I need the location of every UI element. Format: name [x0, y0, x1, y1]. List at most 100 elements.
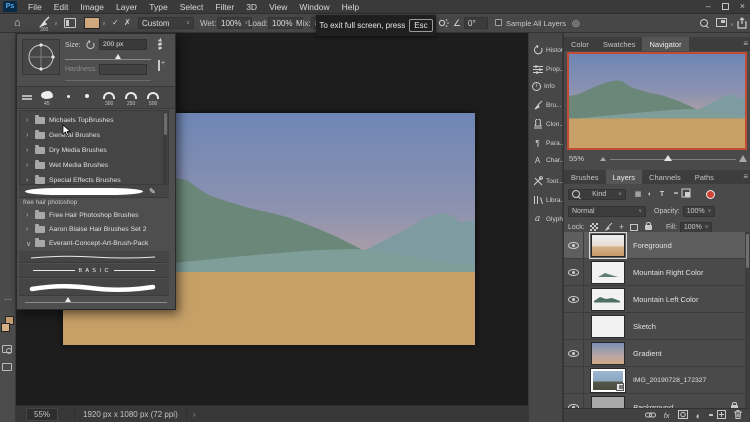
mixer-combo-select[interactable]: Custom ∨: [138, 17, 194, 29]
menu-3d[interactable]: 3D: [240, 2, 263, 12]
close-button[interactable]: ×: [740, 1, 745, 11]
layer-row-mountain-left[interactable]: Mountain Left Color: [564, 286, 746, 313]
layer-thumbnail[interactable]: [591, 315, 625, 338]
brush-folder-row[interactable]: › Wet Media Brushes: [21, 158, 163, 173]
menu-layer[interactable]: Layer: [110, 2, 143, 12]
tab-swatches[interactable]: Swatches: [596, 37, 643, 51]
brush-angle-control[interactable]: [22, 39, 60, 75]
filter-kind-select[interactable]: Kind ∨: [568, 189, 626, 200]
recent-brush-dot[interactable]: [67, 95, 70, 98]
brush-preview-thick[interactable]: [19, 279, 169, 296]
chevron-right-icon[interactable]: ›: [26, 147, 31, 154]
scrollbar-thumb[interactable]: [746, 234, 749, 268]
panel-menu-icon[interactable]: ≡: [743, 37, 748, 51]
menu-image[interactable]: Image: [74, 2, 110, 12]
chevron-right-icon[interactable]: ›: [26, 226, 31, 233]
home-icon[interactable]: ⌂: [14, 17, 21, 29]
link-layers-icon[interactable]: [645, 411, 656, 421]
brush-folder-row[interactable]: › Michaels TopBrushes: [21, 113, 163, 128]
dock-brushes[interactable]: Bru...: [532, 98, 562, 112]
visibility-toggle[interactable]: [564, 367, 584, 394]
menu-edit[interactable]: Edit: [48, 2, 75, 12]
foreground-color-swatch-tool[interactable]: [1, 323, 10, 332]
workspace-switcher-icon[interactable]: [716, 18, 727, 27]
navigator-preview[interactable]: [567, 52, 747, 150]
layer-thumbnail[interactable]: [591, 342, 625, 365]
layer-thumbnail[interactable]: [591, 369, 625, 392]
brush-folder-row-expanded[interactable]: ∨ Everant-Concept-Art-Brush-Pack: [21, 236, 163, 251]
recent-brush-fan[interactable]: [125, 92, 137, 99]
visibility-toggle[interactable]: [564, 313, 584, 340]
tab-layers[interactable]: Layers: [606, 170, 643, 184]
dock-character[interactable]: A Char...: [532, 153, 565, 167]
screen-mode-icon[interactable]: [2, 363, 12, 371]
load-brush-toggle-icon[interactable]: ✓: [112, 18, 119, 27]
layer-row-background[interactable]: Background: [564, 394, 746, 408]
edit-toolbar-icon[interactable]: ⋯: [4, 295, 12, 304]
lock-all-icon[interactable]: [645, 225, 652, 230]
panel-menu-icon[interactable]: ≡: [743, 170, 748, 184]
hardness-field[interactable]: [99, 64, 147, 75]
layer-thumbnail[interactable]: [591, 396, 625, 409]
chevron-right-icon[interactable]: ›: [26, 177, 31, 184]
sample-all-layers-checkbox[interactable]: [495, 19, 502, 26]
hardness-slider[interactable]: [65, 80, 151, 81]
brush-preview-thin[interactable]: [19, 251, 169, 263]
fill-field[interactable]: 100% ∨: [680, 222, 713, 233]
visibility-toggle[interactable]: [564, 340, 584, 367]
layers-scrollbar[interactable]: [745, 232, 750, 408]
filter-type-icon[interactable]: T: [656, 191, 668, 198]
status-chevron-icon[interactable]: ›: [193, 410, 196, 419]
minimize-button[interactable]: –: [706, 1, 711, 11]
menu-help[interactable]: Help: [336, 2, 365, 12]
menu-filter[interactable]: Filter: [209, 2, 240, 12]
navigator-zoom-thumb[interactable]: [664, 155, 672, 161]
pressure-size-icon[interactable]: ◎: [572, 18, 580, 29]
dock-paragraph[interactable]: ¶ Para...: [532, 136, 565, 150]
panel-bottom-slider-thumb[interactable]: [65, 297, 71, 302]
layer-row-mountain-right[interactable]: Mountain Right Color: [564, 259, 746, 286]
new-brush-icon[interactable]: [158, 61, 160, 70]
dock-clone-source[interactable]: Clon...: [532, 117, 565, 131]
chevron-right-icon[interactable]: ›: [26, 212, 31, 219]
layer-thumbnail[interactable]: [591, 234, 625, 257]
zoom-level-field[interactable]: 55%: [26, 408, 58, 421]
tab-paths[interactable]: Paths: [688, 170, 721, 184]
angle-field[interactable]: 0°: [464, 17, 488, 29]
add-mask-icon[interactable]: [678, 410, 688, 421]
dock-tool-presets[interactable]: Tool...: [532, 174, 563, 188]
visibility-toggle[interactable]: [564, 394, 584, 409]
chevron-right-icon[interactable]: ›: [26, 132, 31, 139]
brush-preview-basic[interactable]: B A S I C: [19, 264, 169, 278]
quick-mask-mode-icon[interactable]: [2, 345, 12, 353]
brush-settings-panel-toggle[interactable]: [64, 18, 76, 28]
visibility-toggle[interactable]: [564, 286, 584, 313]
brush-list-scrollbar[interactable]: [163, 112, 167, 184]
brush-folder-row[interactable]: › General Brushes: [21, 128, 163, 143]
size-slider[interactable]: [65, 59, 151, 60]
layer-row-img[interactable]: IMG_20190728_172327: [564, 367, 746, 394]
tab-navigator[interactable]: Navigator: [642, 37, 688, 51]
layer-row-foreground[interactable]: Foreground: [564, 232, 746, 259]
new-layer-icon[interactable]: [717, 410, 726, 421]
adjustment-layer-icon[interactable]: ◐: [696, 411, 701, 421]
brush-folder-row[interactable]: › Aaron Blaise Hair Brushes Set 2: [21, 222, 163, 237]
recent-brush-blob[interactable]: [41, 91, 53, 99]
brush-size-field[interactable]: 200 px: [99, 39, 147, 50]
lock-transparency-icon[interactable]: [590, 223, 598, 231]
layer-row-gradient[interactable]: Gradient: [564, 340, 746, 367]
navigator-zoom-value[interactable]: 55%: [569, 154, 584, 163]
search-icon[interactable]: [700, 19, 708, 27]
delete-layer-icon[interactable]: [734, 410, 742, 421]
filter-toggle[interactable]: [706, 190, 715, 199]
navigator-zoom-slider[interactable]: [610, 159, 736, 160]
tab-channels[interactable]: Channels: [642, 170, 688, 184]
lock-position-icon[interactable]: +: [619, 222, 624, 232]
brush-folder-row[interactable]: › Dry Media Brushes: [21, 143, 163, 158]
filter-pixel-icon[interactable]: ▦: [632, 190, 644, 198]
tab-brushes[interactable]: Brushes: [564, 170, 606, 184]
menu-type[interactable]: Type: [143, 2, 173, 12]
airbrush-icon[interactable]: [438, 17, 449, 30]
visibility-toggle[interactable]: [564, 232, 584, 259]
layer-thumbnail[interactable]: [591, 288, 625, 311]
